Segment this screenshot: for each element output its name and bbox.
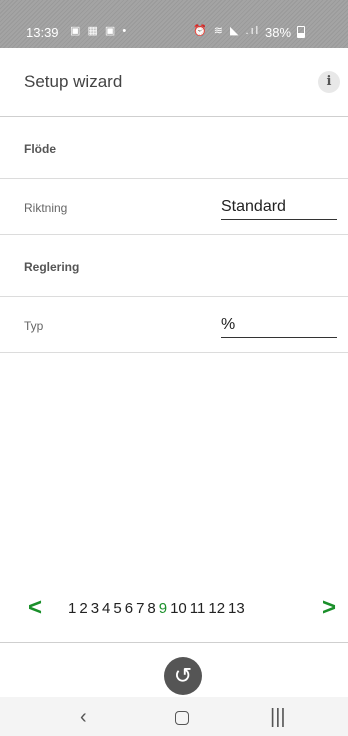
battery-indicator: 38% [265,25,305,40]
undo-button[interactable]: ↺ [164,657,202,695]
page-number[interactable]: 2 [79,600,87,617]
page-title: Setup wizard [24,72,123,91]
system-nav-bar: ‹ ||| [0,697,348,736]
battery-percent: 38% [265,25,292,40]
page-number[interactable]: 1 [68,600,76,617]
riktning-label: Riktning [24,201,68,215]
notification-icons: ▣ ▦ ▣ • [70,25,129,37]
page-numbers: 1 2 3 4 5 6 7 8 9 10 11 12 13 [68,600,248,617]
undo-icon: ↺ [173,663,193,688]
page-number[interactable]: 6 [125,600,133,617]
typ-value-field[interactable]: % [221,316,337,338]
section-header-flode: Flöde [0,117,348,179]
system-icons: ⏰ ≋ ◣ .ıl [193,25,261,37]
page-number[interactable]: 5 [113,600,121,617]
section-title-reglering: Reglering [24,260,80,274]
page-number[interactable]: 4 [102,600,110,617]
page-number[interactable]: 12 [208,600,225,617]
riktning-value-field[interactable]: Standard [221,198,337,220]
next-page-button[interactable]: > [322,594,336,622]
page-number[interactable]: 11 [190,600,206,617]
page-number[interactable]: 13 [228,600,245,617]
nav-back-icon[interactable]: ‹ [80,706,87,729]
battery-icon [296,26,305,38]
divider [0,642,348,643]
nav-recents-icon[interactable]: ||| [270,706,286,729]
page-number-current[interactable]: 9 [159,600,167,617]
status-bar: 13:39 ▣ ▦ ▣ • ⏰ ≋ ◣ .ıl 38% [0,0,348,48]
page-navigator: < 1 2 3 4 5 6 7 8 9 10 11 12 13 > [0,594,348,624]
setting-row-typ[interactable]: Typ % [0,297,348,353]
section-header-reglering: Reglering [0,235,348,297]
info-icon[interactable]: i [318,71,340,93]
prev-page-button[interactable]: < [28,594,42,622]
typ-label: Typ [24,319,44,333]
app-bar: Setup wizard i [0,48,348,117]
page-number[interactable]: 3 [91,600,99,617]
page-number[interactable]: 7 [136,600,144,617]
nav-home-icon[interactable] [175,711,189,725]
page-number[interactable]: 8 [147,600,155,617]
section-title-flode: Flöde [24,142,56,156]
status-time: 13:39 [26,25,59,40]
setting-row-riktning[interactable]: Riktning Standard [0,179,348,235]
page-number[interactable]: 10 [170,600,187,617]
